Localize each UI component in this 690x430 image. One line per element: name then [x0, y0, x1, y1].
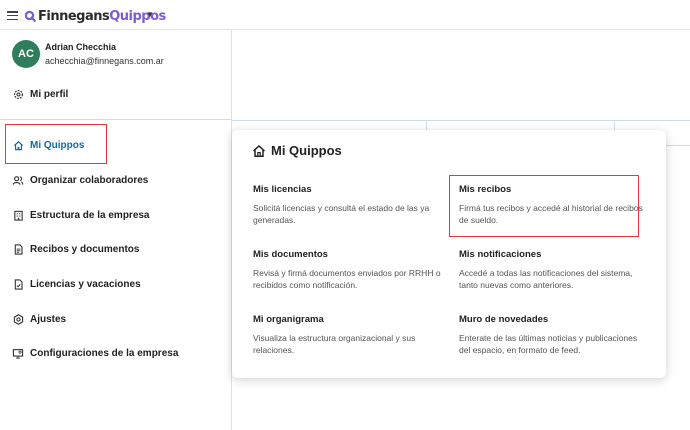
user-card: AC Adrian Checchia achecchia@finnegans.c… [12, 40, 164, 68]
card-description: Visualiza la estructura organizacional y… [253, 333, 416, 355]
sidebar-item-label: Estructura de la empresa [30, 209, 150, 221]
workspace-dropdown-icon[interactable]: ▼ [146, 10, 154, 19]
gear-icon [12, 88, 24, 100]
card-muro-de-novedades[interactable]: Muro de novedades Enterate de las última… [459, 314, 649, 356]
card-description: Firmá tus recibos y accedé al historial … [459, 203, 643, 225]
card-mis-licencias[interactable]: Mis licencias Solicitá licencias y consu… [253, 184, 443, 226]
card-mis-recibos[interactable]: Mis recibos Firmá tus recibos y accedé a… [459, 184, 649, 226]
card-mis-notificaciones[interactable]: Mis notificaciones Accedé a todas las no… [459, 249, 649, 291]
people-icon [12, 174, 24, 186]
sidebar-item-label: Ajustes [30, 313, 67, 325]
hamburger-menu-icon[interactable] [7, 11, 18, 20]
user-name: Adrian Checchia [45, 42, 117, 52]
sidebar-item-organizar-colaboradores[interactable]: Organizar colaboradores [12, 172, 148, 188]
card-title: Mi organigrama [253, 314, 324, 325]
sidebar-item-label: Mi Quippos [30, 139, 85, 151]
monitor-settings-icon [12, 347, 24, 359]
sidebar-item-label: Recibos y documentos [30, 243, 140, 255]
sidebar-item-ajustes[interactable]: Ajustes [12, 311, 66, 327]
card-title: Mis licencias [253, 184, 312, 195]
card-title: Mis notificaciones [459, 249, 542, 260]
card-description: Revisá y firmá documentos enviados por R… [253, 268, 441, 290]
panel-title: Mi Quippos [252, 143, 342, 158]
sidebar-item-licencias[interactable]: Licencias y vacaciones [12, 276, 141, 292]
card-title: Mis recibos [459, 184, 512, 195]
top-bar: FinnegansQuippos ▼ [0, 0, 690, 30]
building-icon [12, 209, 24, 221]
settings-icon [12, 313, 24, 325]
calendar-doc-icon [12, 278, 24, 290]
card-title: Muro de novedades [459, 314, 549, 325]
sidebar-item-profile[interactable]: Mi perfil [12, 86, 68, 102]
home-icon [252, 144, 266, 157]
user-email: achecchia@finnegans.com.ar [45, 56, 164, 66]
quippos-logo-icon [24, 10, 36, 22]
home-icon [12, 139, 24, 151]
sidebar-item-label: Organizar colaboradores [30, 174, 149, 186]
card-title: Mis documentos [253, 249, 328, 260]
sidebar-item-configuraciones[interactable]: Configuraciones de la empresa [12, 345, 178, 361]
card-description: Accedé a todas las notificaciones del si… [459, 268, 633, 290]
card-description: Solicitá licencias y consultá el estado … [253, 203, 430, 225]
sidebar-item-label: Configuraciones de la empresa [30, 347, 179, 359]
sidebar: AC Adrian Checchia achecchia@finnegans.c… [0, 30, 232, 430]
mi-quippos-panel: Mi Quippos Mis licencias Solicitá licenc… [232, 130, 666, 378]
avatar: AC [12, 40, 40, 68]
sidebar-item-recibos[interactable]: Recibos y documentos [12, 241, 139, 257]
card-mi-organigrama[interactable]: Mi organigrama Visualiza la estructura o… [253, 314, 443, 356]
sidebar-item-estructura[interactable]: Estructura de la empresa [12, 207, 150, 223]
sidebar-divider [0, 119, 232, 120]
card-mis-documentos[interactable]: Mis documentos Revisá y firmá documentos… [253, 249, 443, 291]
sidebar-item-label: Licencias y vacaciones [30, 278, 141, 290]
sidebar-item-label: Mi perfil [30, 88, 69, 100]
document-icon [12, 243, 24, 255]
sidebar-item-mi-quippos[interactable]: Mi Quippos [12, 137, 84, 153]
app-logo[interactable]: FinnegansQuippos [24, 8, 166, 24]
card-description: Enterate de las últimas noticias y publi… [459, 333, 638, 355]
